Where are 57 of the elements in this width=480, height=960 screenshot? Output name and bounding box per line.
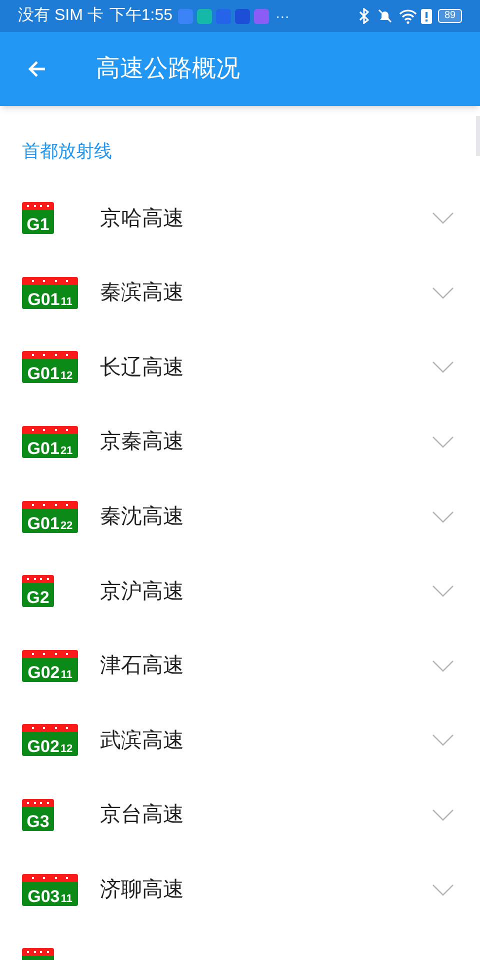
road-row[interactable]: G03 11 济聊高速 <box>0 852 480 927</box>
bell-off-icon <box>377 8 393 24</box>
road-row[interactable]: G02 11 津石高速 <box>0 628 480 704</box>
road-name: 长辽高速 <box>100 354 185 381</box>
road-name: 津石高速 <box>100 653 185 680</box>
wifi-icon <box>399 8 417 24</box>
road-name: 京台高速 <box>100 802 185 828</box>
road-row[interactable]: G0212 武滨高速 <box>0 703 480 778</box>
page-title: 高速公路概况 <box>96 54 240 84</box>
shield-subscript: 11 <box>60 670 72 681</box>
shield-code: G1 <box>26 216 50 234</box>
chevron-down-icon <box>432 436 454 448</box>
road-row[interactable]: G3 京台高速 <box>0 778 480 852</box>
road-row[interactable]: G0121 京秦高速 <box>0 404 480 480</box>
road-name: 秦滨高速 <box>100 280 185 306</box>
shield-code: G01 <box>28 290 60 308</box>
shield-subscript: 12 <box>60 744 73 756</box>
clock-text: 下午1:55 <box>109 6 172 26</box>
chevron-down-icon <box>432 660 454 672</box>
more-text: ··· <box>275 6 290 26</box>
bluetooth-icon <box>359 8 369 24</box>
chevron-down-icon <box>432 286 454 299</box>
shield-subscript: 21 <box>60 446 73 458</box>
road-row[interactable]: G0122 秦沈高速 <box>0 479 480 554</box>
road-name: 武滨高速 <box>100 728 185 754</box>
shield-subscript: 11 <box>60 296 72 308</box>
road-row[interactable]: G1 京哈高速 <box>0 181 480 256</box>
road-name: 京沪高速 <box>100 578 185 605</box>
chevron-down-icon <box>432 212 454 224</box>
shield-code: G02 <box>28 664 60 681</box>
battery-icon: 89 <box>438 9 462 23</box>
shield-code: G03 <box>28 888 60 905</box>
shield-subscript: 22 <box>60 520 73 532</box>
road-name: 京秦高速 <box>100 429 185 456</box>
shield-subscript: 12 <box>60 371 73 382</box>
chevron-down-icon <box>432 585 454 598</box>
shield-code: G01 <box>27 440 60 458</box>
shield-subscript: 11 <box>60 894 72 905</box>
carrier-text: 没有 SIM 卡 <box>18 6 104 26</box>
chevron-down-icon <box>432 734 454 746</box>
chevron-down-icon <box>432 361 454 374</box>
shield-code: G01 <box>27 365 60 382</box>
road-row[interactable]: G2 京沪高速 <box>0 554 480 629</box>
section-header: 首都放射线 <box>22 140 112 163</box>
shield-code: G01 <box>27 514 60 532</box>
road-name: 秦沈高速 <box>100 504 185 530</box>
chevron-down-icon <box>432 884 454 896</box>
road-name: 济聊高速 <box>100 876 185 903</box>
shield-code: G3 <box>26 813 50 830</box>
road-name: 京哈高速 <box>100 206 185 232</box>
road-row[interactable]: G0111 秦滨高速 <box>0 256 480 330</box>
road-row[interactable]: G0112 长辽高速 <box>0 330 480 405</box>
shield-code: G2 <box>26 589 50 606</box>
shield-code: G02 <box>27 738 60 756</box>
sim-alert-icon <box>421 8 432 24</box>
chevron-down-icon <box>432 809 454 822</box>
chevron-down-icon <box>432 510 454 523</box>
